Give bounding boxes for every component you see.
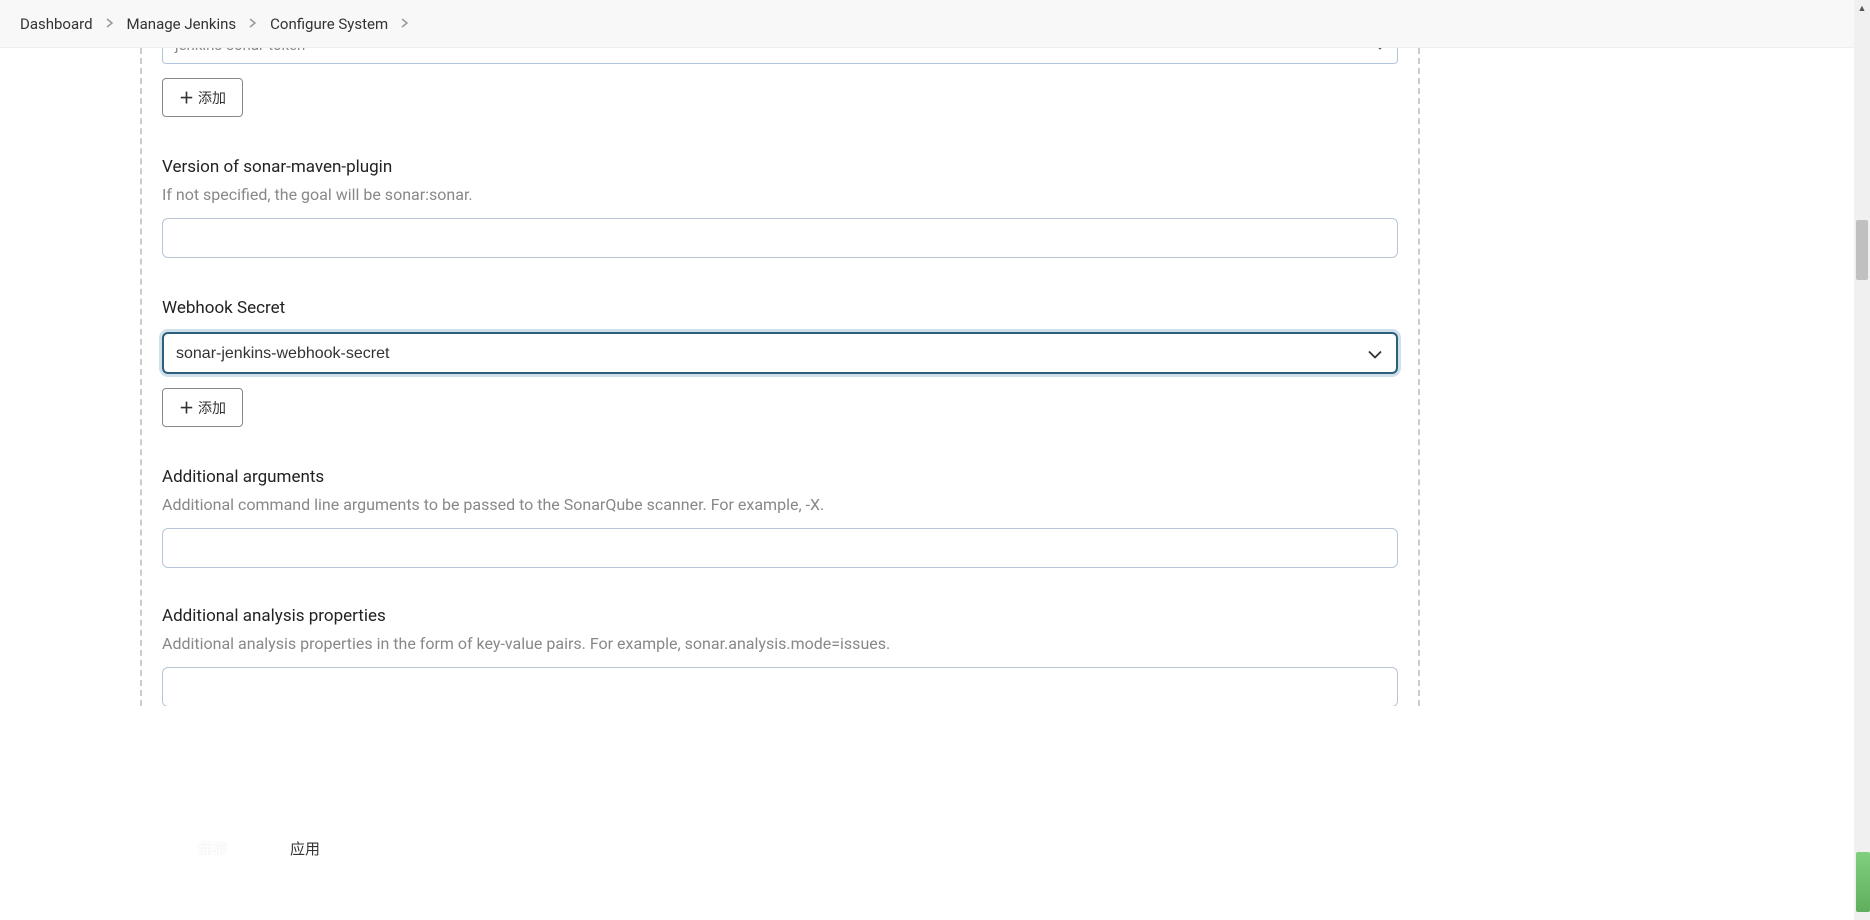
plus-icon: ＋: [179, 397, 194, 418]
scrollbar[interactable]: ▲: [1854, 0, 1870, 920]
additional-props-help: Additional analysis properties in the fo…: [162, 634, 1398, 653]
version-group: Version of sonar-maven-plugin If not spe…: [162, 157, 1398, 258]
chevron-right-icon: [400, 16, 410, 32]
additional-args-input[interactable]: [162, 528, 1398, 568]
additional-props-input[interactable]: [162, 667, 1398, 706]
config-section: jenkins-sonar-token ＋ 添加 Version of sona…: [140, 48, 1420, 706]
additional-props-label: Additional analysis properties: [162, 606, 1398, 626]
add-button-label: 添加: [198, 88, 226, 108]
add-webhook-secret-button[interactable]: ＋ 添加: [162, 388, 243, 427]
add-button-label: 添加: [198, 398, 226, 418]
version-input[interactable]: [162, 218, 1398, 258]
breadcrumb-configure-system[interactable]: Configure System: [270, 15, 388, 33]
breadcrumb-dashboard[interactable]: Dashboard: [20, 15, 93, 33]
plus-icon: ＋: [179, 87, 194, 108]
chevron-right-icon: [105, 16, 115, 32]
additional-props-group: Additional analysis properties Additiona…: [162, 606, 1398, 706]
scroll-indicator: [1856, 852, 1870, 912]
form-container: jenkins-sonar-token ＋ 添加 Version of sona…: [140, 48, 1420, 706]
breadcrumb: Dashboard Manage Jenkins Configure Syste…: [0, 0, 1870, 48]
version-help: If not specified, the goal will be sonar…: [162, 185, 1398, 204]
additional-args-help: Additional command line arguments to be …: [162, 495, 1398, 514]
webhook-secret-group: Webhook Secret sonar-jenkins-webhook-sec…: [162, 298, 1398, 427]
scroll-up-icon[interactable]: ▲: [1854, 0, 1870, 16]
breadcrumb-manage-jenkins[interactable]: Manage Jenkins: [127, 15, 237, 33]
apply-button[interactable]: 应用: [276, 832, 334, 865]
action-bar: 保存 应用: [150, 817, 364, 880]
chevron-right-icon: [248, 16, 258, 32]
save-button[interactable]: 保存: [180, 832, 246, 865]
additional-args-label: Additional arguments: [162, 467, 1398, 487]
caret-down-icon: [1375, 48, 1385, 54]
token-select-value: jenkins-sonar-token: [175, 48, 305, 54]
additional-args-group: Additional arguments Additional command …: [162, 467, 1398, 568]
version-label: Version of sonar-maven-plugin: [162, 157, 1398, 177]
add-credential-button[interactable]: ＋ 添加: [162, 78, 243, 117]
webhook-secret-label: Webhook Secret: [162, 298, 1398, 318]
token-select[interactable]: jenkins-sonar-token: [162, 48, 1398, 64]
webhook-secret-select[interactable]: sonar-jenkins-webhook-secret: [162, 332, 1398, 374]
scroll-thumb[interactable]: [1856, 220, 1868, 280]
